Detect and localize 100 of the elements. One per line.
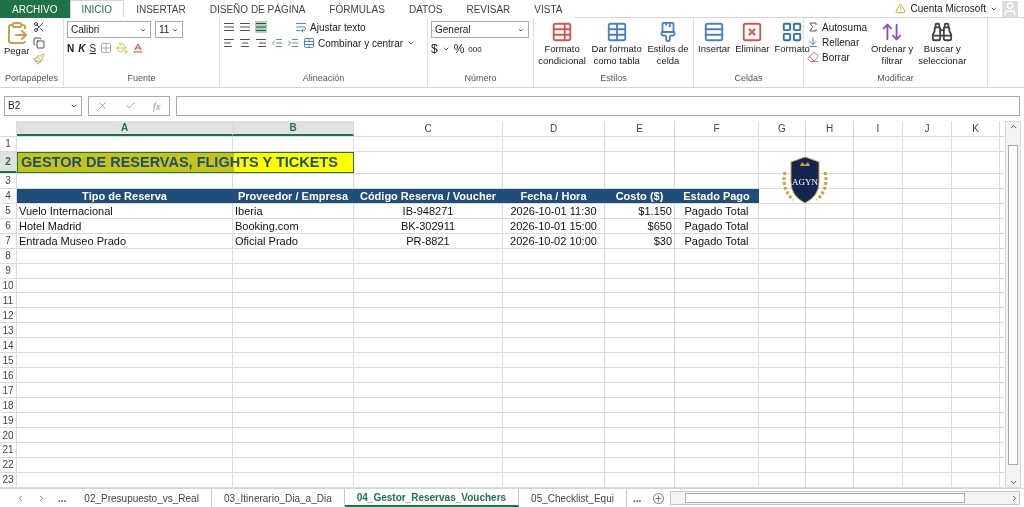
percent-button[interactable]: % [453,42,465,56]
column-header[interactable]: A [17,121,233,136]
caret-icon [407,39,416,47]
table-cell: $1.150 [605,203,675,218]
row-header[interactable]: 11 [0,293,17,308]
row-header[interactable]: 16 [0,368,17,383]
account-link[interactable]: Cuenta Microsoft [910,3,986,14]
table-cell: Booking.com [233,218,354,233]
row-header[interactable]: 15 [0,353,17,368]
caret-icon [441,45,450,53]
scroll-up-icon[interactable] [1008,122,1018,131]
column-header[interactable]: B [233,121,354,136]
table-cell: Oficial Prado [233,233,354,248]
table-cell: Entrada Museo Prado [17,233,233,248]
warning-icon [895,3,907,14]
row-header[interactable]: 18 [0,398,17,413]
number-format-field[interactable]: General [431,21,529,38]
wrap-text-button[interactable]: Ajustar texto [295,21,366,33]
row-header[interactable]: 17 [0,383,17,398]
table-cell: $650 [605,218,675,233]
align-top-icon[interactable] [223,21,235,33]
check-icon[interactable] [125,100,136,111]
row-header[interactable]: 13 [0,323,17,338]
align-middle-icon[interactable] [239,21,251,33]
insert-rows-icon [703,21,726,43]
table-cell: $30 [605,233,675,248]
cells-button[interactable]: Insertar [697,21,732,73]
table-cell: 2026-10-02 10:00 [503,233,605,248]
font-color-icon[interactable] [132,42,145,54]
decrease-indent-icon[interactable] [271,37,283,49]
group-label: Número [463,73,498,85]
sort-filter-button[interactable]: Ordenar y filtrar [870,21,915,73]
bold-button[interactable]: N [67,42,75,54]
group-label: Estilos [599,73,628,85]
next-sheet-icon[interactable] [37,493,46,503]
paintbrush-icon[interactable] [33,53,46,65]
row-header[interactable]: 14 [0,338,17,353]
delete-cells-icon [741,21,764,43]
row-header[interactable]: 21 [0,443,17,457]
group-label: Celdas [733,73,764,85]
styles-button[interactable]: Formato condicional [537,21,587,73]
styles-button[interactable]: Dar formato como tabla [590,21,643,73]
sheet-tab[interactable]: 04_Gestor_Reservas_Vouchers [344,489,520,507]
underline-button[interactable]: S [89,42,97,54]
sigma-icon [807,21,819,33]
previous-sheet-icon[interactable] [16,493,25,503]
binoculars-icon [931,21,954,43]
thousands-button[interactable]: 000 [468,44,482,54]
add-sheet-icon[interactable] [653,492,665,504]
title-cell: GESTOR DE RESERVAS, FLIGHTS Y TICKETS [17,151,354,173]
font-name-field[interactable]: Calibri [67,21,151,38]
row-header[interactable]: 2 [0,151,17,173]
table-cell: 2026-10-01 15:00 [503,218,605,233]
table-cell: 2026-10-01 11:30 [503,203,605,218]
find-select-button[interactable]: Buscar y seleccionar [917,21,968,73]
ribbon-tab[interactable]: INICIO [69,0,125,18]
ribbon-tab[interactable]: FÓRMULAS [317,0,397,18]
formula-field[interactable] [176,95,1020,116]
table-cell: PR-8821 [354,233,503,248]
scrollbar-thumb[interactable] [685,493,966,503]
table-cell: Pagado Total [675,218,759,233]
table-cell: Pagado Total [675,233,759,248]
copy-icon[interactable] [33,37,46,49]
row-header[interactable]: 20 [0,428,17,442]
align-bottom-icon[interactable] [255,21,267,33]
eraser-icon [807,51,819,63]
scroll-down-icon[interactable] [1008,478,1018,487]
row-header[interactable]: 19 [0,413,17,428]
styles-button[interactable]: Estilos de celda [646,21,690,73]
down-arrow-icon [807,36,819,48]
scissors-icon[interactable] [33,21,46,33]
row-header[interactable]: 12 [0,308,17,323]
cells-button[interactable]: Eliminar [734,21,771,73]
more-sheets-button[interactable]: ... [632,492,642,504]
scrollbar-thumb[interactable] [1008,144,1018,465]
increase-indent-icon[interactable] [287,37,299,49]
table-icon [605,21,628,43]
group-label: Fuente [126,73,157,85]
more-sheets-button[interactable]: ... [58,492,67,504]
borders-icon[interactable] [100,42,113,54]
italic-button[interactable]: K [78,42,86,54]
scroll-right-icon[interactable] [1010,493,1019,503]
font-size-field[interactable]: 11 [155,21,183,38]
merge-center-button[interactable]: Combinar y centrar [303,37,404,49]
grid-icon [781,21,804,43]
table-icon [551,21,574,43]
paste-button[interactable]: Pegar [3,21,31,73]
table-cell: Iberia [233,203,354,218]
align-right-icon[interactable] [255,37,267,49]
name-box[interactable]: B2 [4,95,82,116]
sort-icon [881,21,904,43]
table-cell: Pagado Total [675,203,759,218]
ribbon-tab[interactable]: ARCHIVO [0,0,70,18]
group-label: Portapapeles [3,73,59,85]
currency-button[interactable]: $ [431,42,438,56]
align-left-icon[interactable] [223,37,235,49]
ribbon-tab[interactable]: DISEÑO DE PÁGINA [197,0,318,18]
align-center-icon[interactable] [239,37,251,49]
fill-bucket-icon[interactable] [116,42,129,54]
cancel-icon[interactable] [97,100,109,111]
